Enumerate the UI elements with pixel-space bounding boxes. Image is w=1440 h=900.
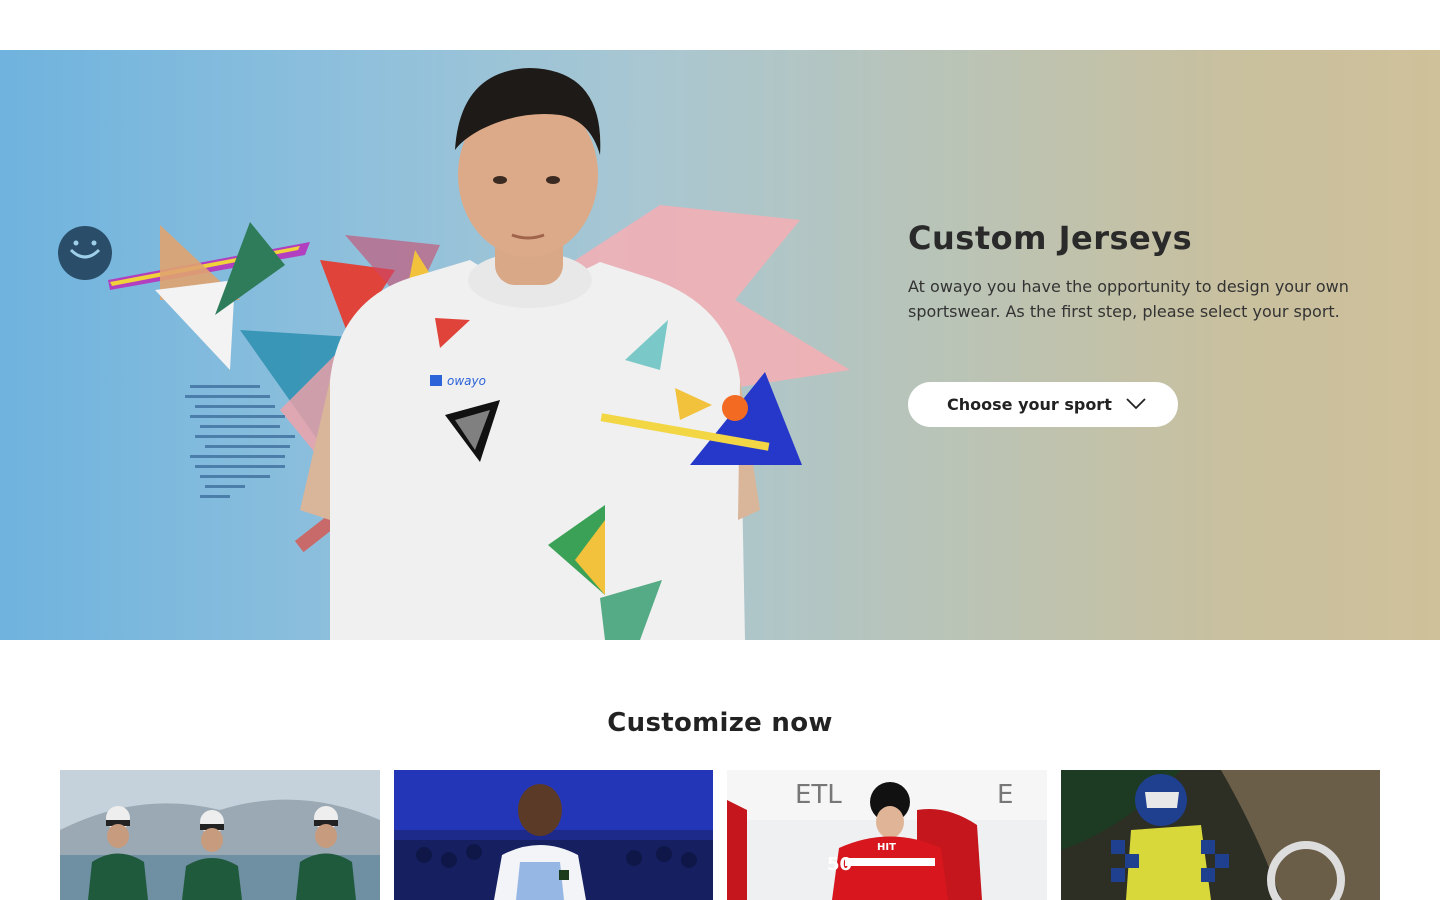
- sport-cards-row: ETL E 50 HIT: [60, 770, 1380, 900]
- ice-hockey-player-photo: ETL E 50 HIT: [727, 770, 1047, 900]
- hero-description: At owayo you have the opportunity to des…: [908, 277, 1349, 321]
- svg-text:E: E: [997, 780, 1013, 810]
- hockey-jersey-number: 50: [827, 854, 852, 875]
- motocross-rider-photo: [1061, 770, 1380, 900]
- basketball-player-photo: [394, 770, 713, 900]
- customize-now-heading: Customize now: [607, 708, 833, 738]
- hero-banner: owayo Custom Jerseys At owayo you have t…: [0, 50, 1440, 640]
- hockey-banner-text: ETL: [795, 780, 842, 810]
- chevron-down-icon: [1126, 398, 1146, 410]
- owayo-logo-icon: [430, 375, 442, 386]
- hero-title: Custom Jerseys: [908, 219, 1193, 257]
- sport-card-cycling[interactable]: [60, 770, 380, 900]
- sport-card-ice-hockey[interactable]: ETL E 50 HIT: [727, 770, 1047, 900]
- sport-card-motocross[interactable]: [1061, 770, 1381, 900]
- smiley-icon: [58, 226, 112, 280]
- shirt-logo-text: owayo: [447, 374, 486, 388]
- top-header-bar: [0, 0, 1440, 50]
- sport-card-basketball[interactable]: [394, 770, 714, 900]
- hero-image-jersey-model: owayo: [58, 68, 850, 640]
- cycling-team-photo: [60, 770, 380, 900]
- choose-sport-label: Choose your sport: [947, 395, 1112, 414]
- hero-text-block: Custom Jerseys At owayo you have the opp…: [908, 218, 1368, 324]
- hockey-sponsor-text: HIT: [877, 842, 896, 853]
- choose-sport-dropdown-button[interactable]: Choose your sport: [908, 382, 1178, 427]
